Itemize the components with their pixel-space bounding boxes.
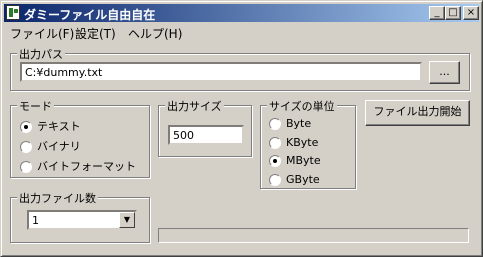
unit-gbyte-radio[interactable]: GByte: [269, 173, 320, 186]
menu-settings[interactable]: 設定(T): [75, 25, 116, 42]
start-output-button[interactable]: ファイル出力開始: [365, 100, 470, 126]
progress-bar: [158, 228, 469, 243]
maximize-button[interactable]: □: [445, 6, 461, 20]
close-button[interactable]: ×: [463, 6, 479, 20]
radio-icon: [269, 137, 281, 149]
file-count-value: 1: [32, 214, 39, 227]
radio-selected-icon: [20, 121, 32, 133]
menu-bar: ファイル(F) 設定(T) ヘルプ(H): [4, 23, 479, 41]
radio-icon: [269, 174, 281, 186]
minimize-button[interactable]: _: [429, 6, 445, 20]
size-unit-label: サイズの単位: [267, 98, 337, 114]
radio-icon: [20, 161, 32, 173]
mode-text-radio[interactable]: テキスト: [20, 118, 81, 134]
menu-file[interactable]: ファイル(F): [10, 25, 74, 42]
browse-button[interactable]: ...: [429, 61, 460, 84]
radio-icon: [269, 118, 281, 130]
unit-kbyte-label: KByte: [286, 136, 319, 149]
app-window: ダミーファイル自由自在 _ □ × ファイル(F) 設定(T) ヘルプ(H) 出…: [0, 0, 483, 257]
unit-byte-radio[interactable]: Byte: [269, 117, 311, 130]
chevron-down-icon[interactable]: ▼: [119, 212, 135, 228]
output-size-label: 出力サイズ: [165, 98, 224, 114]
mode-byteformat-label: バイトフォーマット: [37, 160, 136, 173]
file-count-label: 出力ファイル数: [17, 190, 98, 206]
unit-gbyte-label: GByte: [286, 173, 320, 186]
output-size-input[interactable]: 500: [168, 125, 244, 145]
mode-binary-label: バイナリ: [37, 140, 81, 153]
unit-byte-label: Byte: [286, 117, 312, 130]
output-path-input[interactable]: C:¥dummy.txt: [20, 62, 422, 82]
window-title: ダミーファイル自由自在: [24, 8, 156, 22]
unit-kbyte-radio[interactable]: KByte: [269, 136, 318, 149]
file-count-select[interactable]: 1 ▼: [27, 210, 137, 230]
output-path-label: 出力パス: [17, 46, 65, 62]
title-bar: ダミーファイル自由自在 _ □ ×: [4, 4, 479, 22]
unit-mbyte-radio[interactable]: MByte: [269, 154, 321, 167]
mode-byteformat-radio[interactable]: バイトフォーマット: [20, 158, 136, 174]
mode-binary-radio[interactable]: バイナリ: [20, 138, 81, 154]
unit-mbyte-label: MByte: [286, 154, 321, 167]
menu-help[interactable]: ヘルプ(H): [128, 25, 182, 42]
mode-label: モード: [17, 98, 54, 114]
app-icon: [6, 5, 20, 20]
mode-text-label: テキスト: [37, 120, 81, 133]
radio-icon: [20, 141, 32, 153]
radio-selected-icon: [269, 155, 281, 167]
